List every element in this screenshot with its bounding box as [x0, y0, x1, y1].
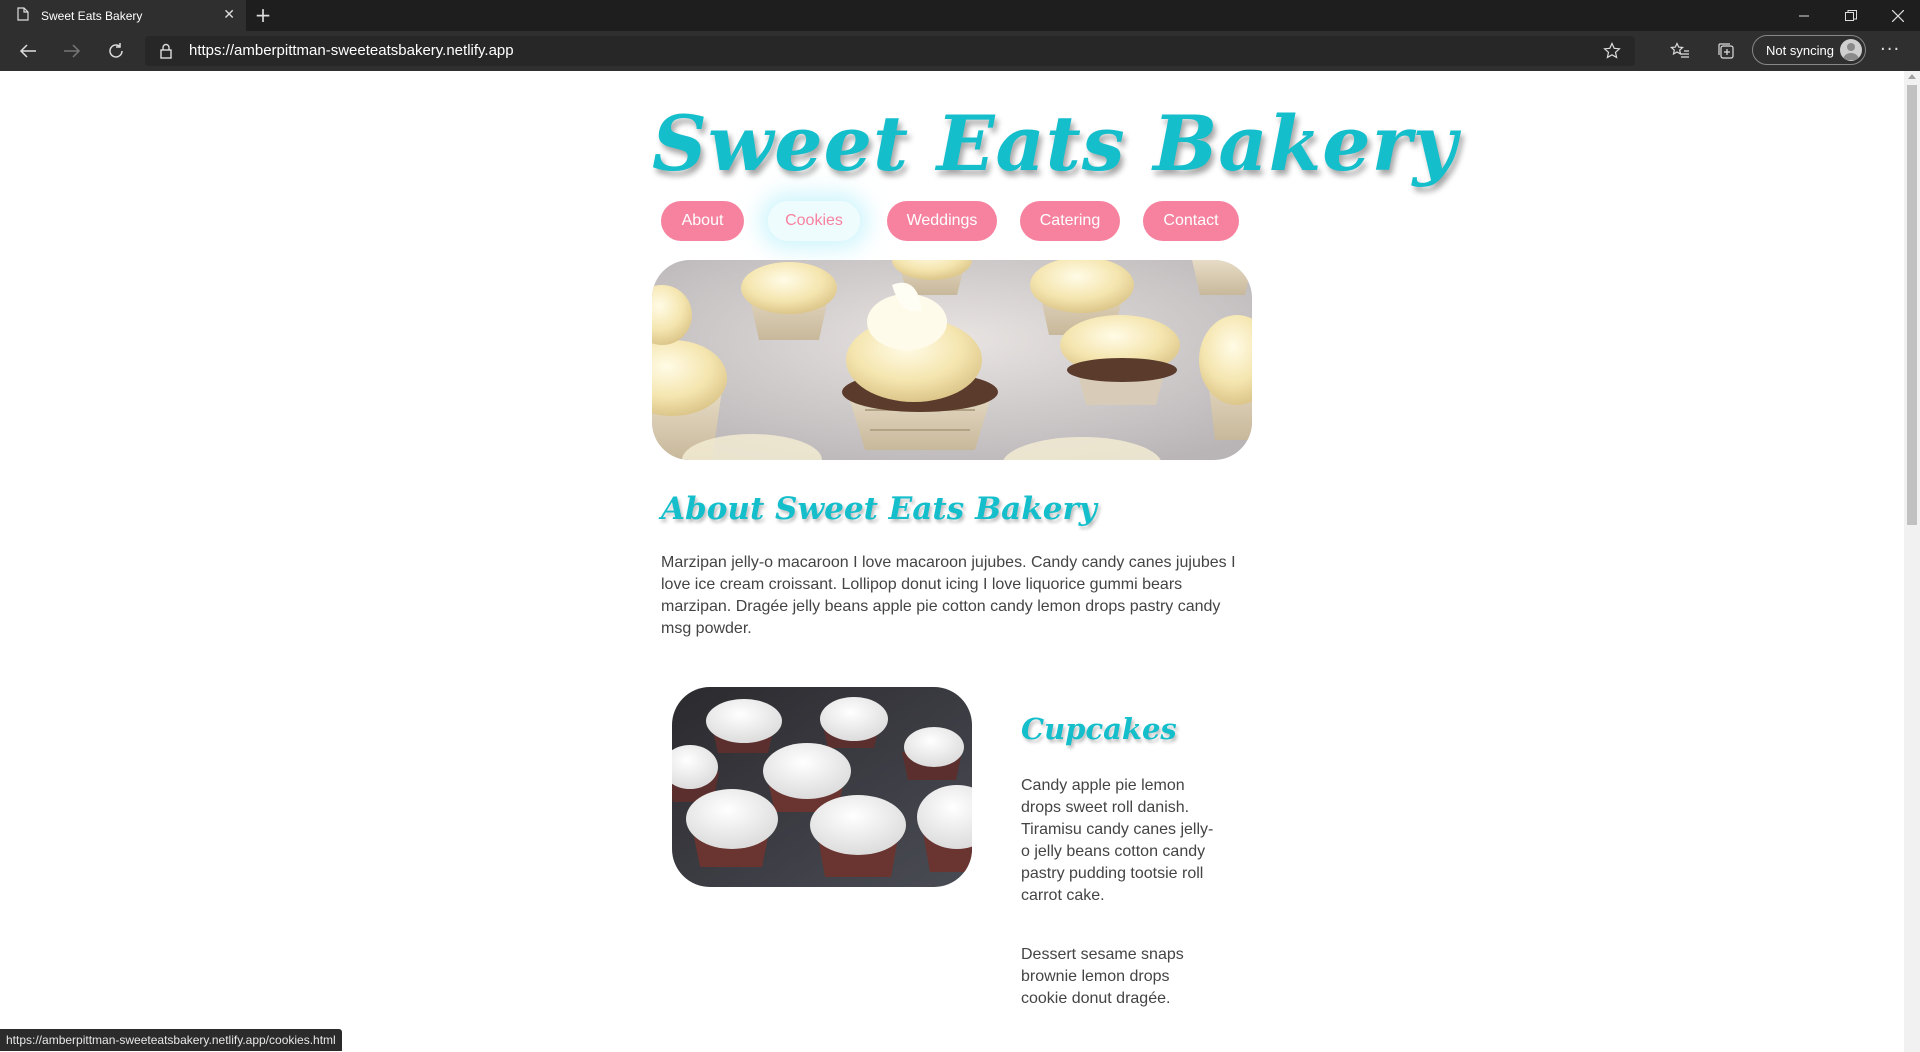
nav-cookies[interactable]: Cookies	[768, 201, 860, 241]
address-bar[interactable]: https://amberpittman-sweeteatsbakery.net…	[145, 36, 1635, 66]
nav-weddings[interactable]: Weddings	[887, 201, 997, 241]
cupcakes-heading: Cupcakes	[1021, 712, 1177, 746]
forward-arrow-icon[interactable]	[60, 39, 84, 63]
browser-tab[interactable]: Sweet Eats Bakery ✕	[0, 0, 246, 31]
page-scrollbar[interactable]	[1904, 71, 1920, 1052]
cupcakes-paragraph-1: Candy apple pie lemon drops sweet roll d…	[1021, 777, 1214, 904]
site-title: Sweet Eats Bakery	[652, 99, 1458, 188]
hero-image	[652, 260, 1252, 460]
tab-bar: Sweet Eats Bakery ✕ +	[0, 0, 1920, 31]
more-icon[interactable]: ···	[1880, 39, 1900, 60]
about-paragraph: Marzipan jelly-o macaroon I love macaroo…	[661, 554, 1236, 637]
collections-icon[interactable]	[1714, 39, 1738, 63]
nav-about[interactable]: About	[661, 201, 744, 241]
web-page: Sweet Eats Bakery About Cookies Weddings…	[0, 71, 1904, 1052]
sync-button[interactable]: Not syncing	[1752, 35, 1866, 65]
status-bar: https://amberpittman-sweeteatsbakery.net…	[0, 1029, 342, 1051]
nav-contact[interactable]: Contact	[1143, 201, 1239, 241]
scrollbar-thumb[interactable]	[1907, 85, 1917, 525]
tab-title: Sweet Eats Bakery	[41, 8, 143, 23]
page-icon	[17, 7, 29, 24]
scroll-up-icon[interactable]	[1908, 74, 1916, 79]
back-arrow-icon[interactable]	[16, 39, 40, 63]
cupcakes-image	[672, 687, 972, 887]
cupcakes-paragraph-2: Dessert sesame snaps brownie lemon drops…	[1021, 946, 1184, 1007]
about-heading: About Sweet Eats Bakery	[661, 491, 1097, 527]
sync-label: Not syncing	[1766, 42, 1834, 58]
browser-toolbar: https://amberpittman-sweeteatsbakery.net…	[0, 31, 1920, 71]
nav-catering[interactable]: Catering	[1020, 201, 1120, 241]
star-icon[interactable]	[1603, 42, 1621, 64]
refresh-icon[interactable]	[104, 39, 128, 63]
restore-icon[interactable]	[1829, 0, 1873, 31]
lock-icon	[159, 43, 173, 63]
close-icon[interactable]: ✕	[223, 7, 235, 23]
favorites-icon[interactable]	[1668, 39, 1692, 63]
url-text: https://amberpittman-sweeteatsbakery.net…	[189, 42, 514, 59]
avatar-icon	[1840, 39, 1862, 61]
plus-icon[interactable]: +	[252, 4, 274, 26]
minimize-icon[interactable]	[1782, 0, 1826, 31]
close-window-icon[interactable]	[1876, 0, 1920, 31]
